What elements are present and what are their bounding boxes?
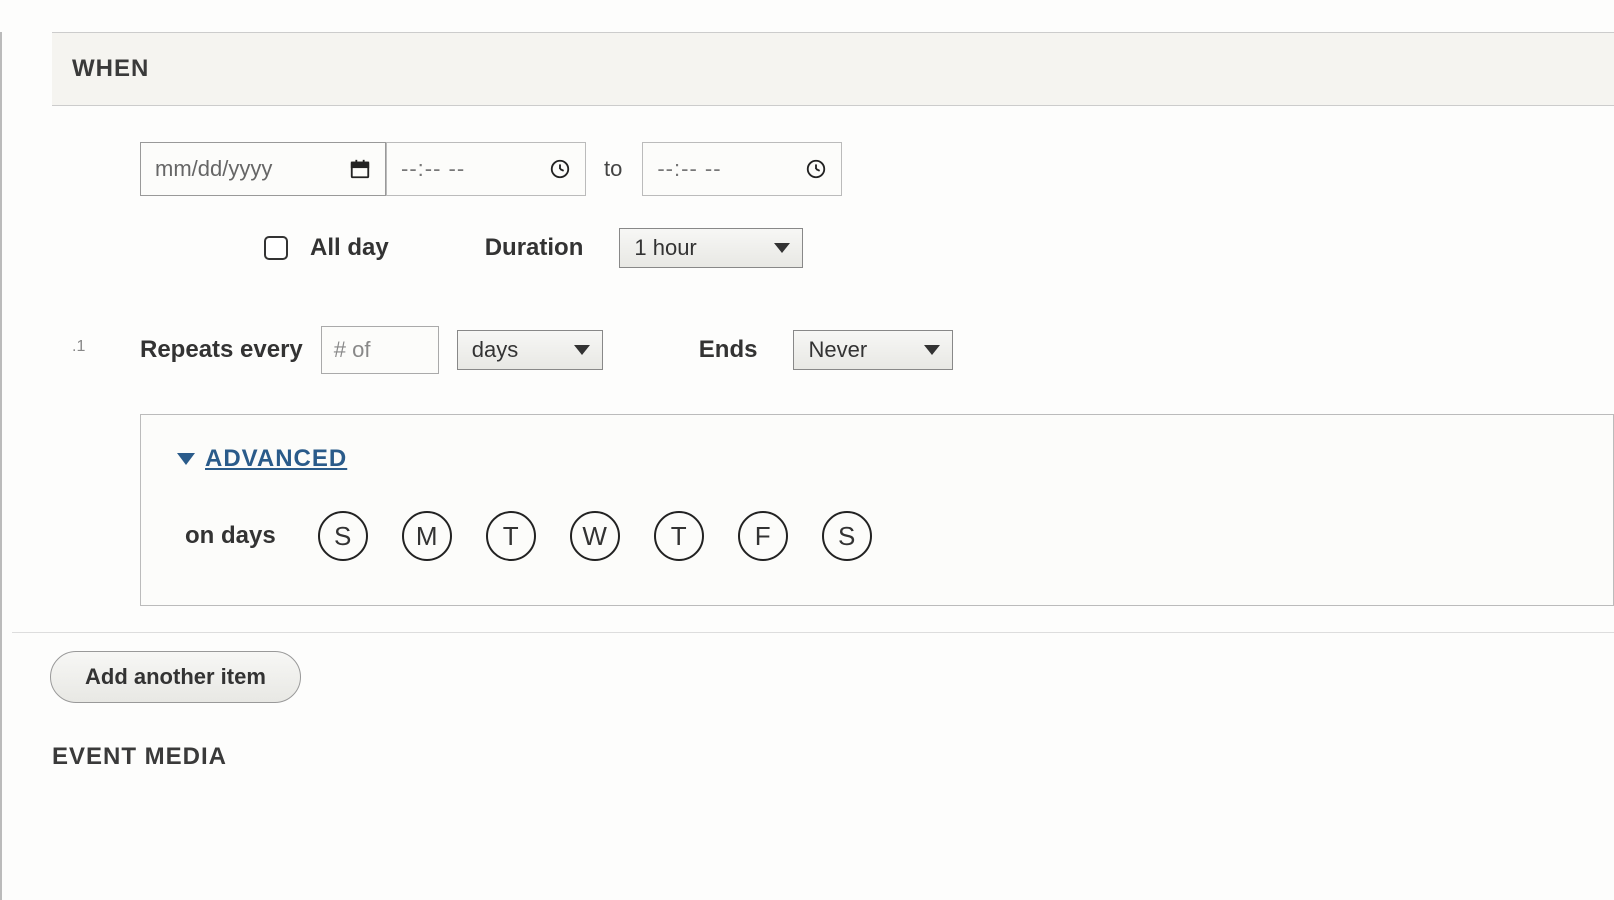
calendar-icon	[349, 158, 371, 180]
clock-icon	[805, 158, 827, 180]
repeats-number-input[interactable]: # of	[321, 326, 439, 374]
chevron-down-icon	[924, 345, 940, 355]
when-form: mm/dd/yyyy --:-- --	[52, 106, 1614, 606]
chevron-down-icon	[774, 243, 790, 253]
ends-value: Never	[808, 337, 867, 363]
datetime-row: mm/dd/yyyy --:-- --	[140, 142, 1614, 196]
date-placeholder: mm/dd/yyyy	[155, 156, 272, 182]
chevron-down-icon	[177, 453, 195, 465]
date-input[interactable]: mm/dd/yyyy	[140, 142, 386, 196]
add-another-item-label: Add another item	[85, 664, 266, 690]
repeats-unit-select[interactable]: days	[457, 330, 603, 370]
end-time-input[interactable]: --:-- --	[642, 142, 842, 196]
allday-label: All day	[310, 234, 389, 262]
divider	[12, 632, 1614, 633]
repeats-row: .1 Repeats every # of days Ends Never	[140, 326, 1614, 374]
section-event-media-title: EVENT MEDIA	[52, 743, 1614, 771]
section-when-title: WHEN	[72, 55, 1594, 83]
start-time-input[interactable]: --:-- --	[386, 142, 586, 196]
duration-label: Duration	[485, 234, 584, 262]
day-saturday[interactable]: S	[822, 511, 872, 561]
ondays-label: on days	[185, 522, 276, 550]
allday-row: All day Duration 1 hour	[140, 228, 1614, 268]
day-thursday[interactable]: T	[654, 511, 704, 561]
day-monday[interactable]: M	[402, 511, 452, 561]
add-another-item-button[interactable]: Add another item	[50, 651, 301, 703]
to-label: to	[604, 156, 622, 182]
clock-icon	[549, 158, 571, 180]
advanced-label: ADVANCED	[205, 445, 347, 473]
repeats-label: Repeats every	[140, 336, 303, 364]
end-time-placeholder: --:-- --	[657, 156, 721, 182]
repeats-unit-value: days	[472, 337, 518, 363]
duration-value: 1 hour	[634, 235, 696, 261]
advanced-panel: ADVANCED on days S M T W T F S	[140, 414, 1614, 606]
day-wednesday[interactable]: W	[570, 511, 620, 561]
day-friday[interactable]: F	[738, 511, 788, 561]
start-time-placeholder: --:-- --	[401, 156, 465, 182]
day-tuesday[interactable]: T	[486, 511, 536, 561]
ends-select[interactable]: Never	[793, 330, 953, 370]
advanced-toggle[interactable]: ADVANCED	[177, 445, 1577, 473]
repeats-number-placeholder: # of	[334, 337, 371, 363]
ends-label: Ends	[699, 336, 758, 364]
row-marker: .1	[72, 338, 85, 356]
ondays-row: on days S M T W T F S	[177, 511, 1577, 561]
section-when-header: WHEN	[52, 32, 1614, 106]
allday-checkbox[interactable]	[264, 236, 288, 260]
chevron-down-icon	[574, 345, 590, 355]
duration-select[interactable]: 1 hour	[619, 228, 803, 268]
day-sunday[interactable]: S	[318, 511, 368, 561]
